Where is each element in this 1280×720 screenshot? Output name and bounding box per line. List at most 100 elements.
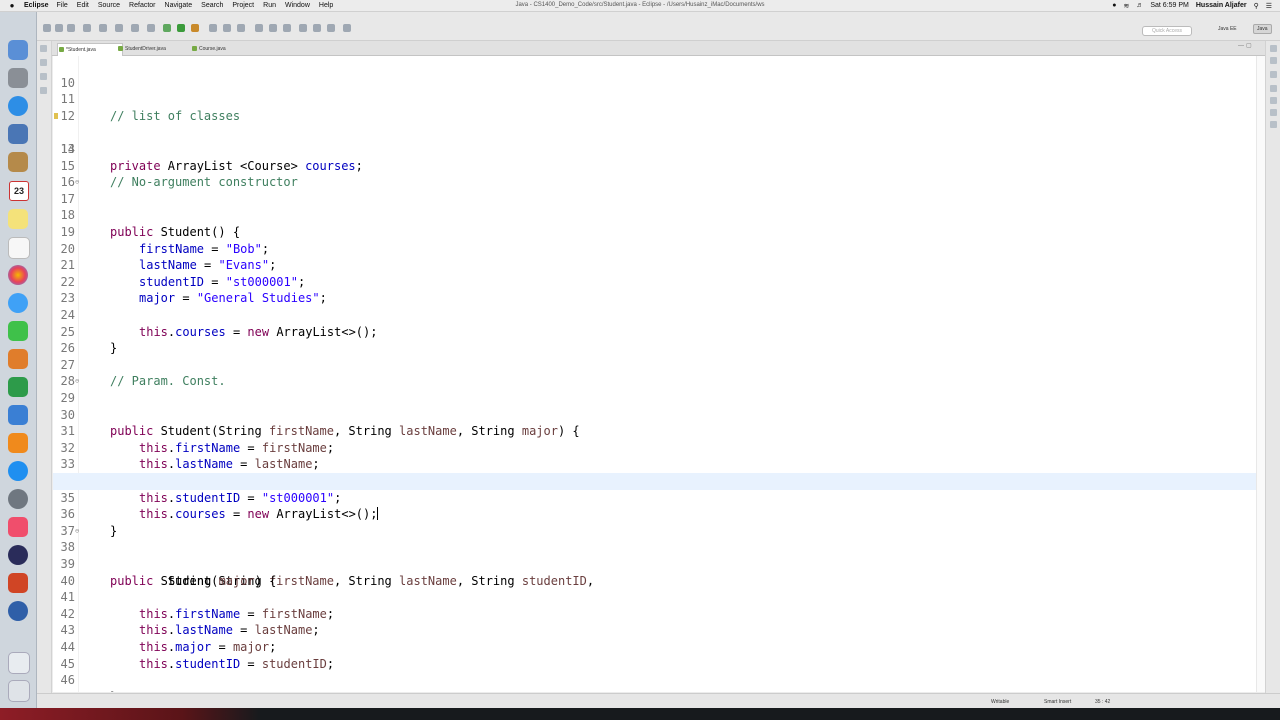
launchpad-icon[interactable]: [8, 68, 28, 88]
menu-refactor[interactable]: Refactor: [129, 2, 155, 9]
forward-icon[interactable]: [313, 24, 321, 32]
restore-icon[interactable]: [40, 45, 47, 52]
type-hierarchy-icon[interactable]: [40, 73, 47, 80]
fold-icon[interactable]: ⊖: [75, 523, 79, 540]
task-list-icon[interactable]: [1270, 57, 1277, 64]
menu-run[interactable]: Run: [263, 2, 276, 9]
editor-tab-bar: *Student.java StudentDriver.java Course.…: [37, 41, 1280, 56]
volume-icon[interactable]: ♬: [1136, 2, 1143, 9]
menu-navigate[interactable]: Navigate: [165, 2, 193, 9]
ibooks-icon[interactable]: [8, 433, 28, 453]
save-icon[interactable]: [55, 24, 63, 32]
eclipse-icon[interactable]: [8, 545, 28, 565]
messages-icon[interactable]: [8, 293, 28, 313]
code-line: 42 this.lastName = lastName;: [53, 589, 1256, 638]
app-menu[interactable]: Eclipse: [24, 2, 49, 9]
code-line: 24 this.courses = new ArrayList<>();: [53, 290, 1256, 339]
pin-editor-icon[interactable]: [327, 24, 335, 32]
perspective-java-ee[interactable]: Java EE: [1218, 26, 1237, 32]
code-line: 17 ⊖ public Student() {: [53, 174, 1256, 239]
perspective-java[interactable]: Java: [1253, 24, 1272, 34]
cursor-position-status[interactable]: 35 : 42: [1095, 699, 1110, 705]
tab-label: *Student.java: [66, 47, 96, 53]
itunes-icon[interactable]: [8, 517, 28, 537]
minimize-maximize-icon[interactable]: —▢: [1238, 42, 1254, 49]
overview-ruler[interactable]: [1256, 56, 1265, 692]
keynote-icon[interactable]: [8, 405, 28, 425]
downloads-folder-icon[interactable]: [8, 652, 30, 674]
finder-icon[interactable]: [8, 40, 28, 60]
facetime-icon[interactable]: [8, 321, 28, 341]
print-icon[interactable]: [83, 24, 91, 32]
tab-student-java[interactable]: *Student.java: [57, 43, 123, 56]
code-editor[interactable]: 10 11 // list of classes 12 13 private A…: [53, 56, 1256, 692]
menu-source[interactable]: Source: [98, 2, 120, 9]
next-annotation-icon[interactable]: [269, 24, 277, 32]
new-class-icon[interactable]: [147, 24, 155, 32]
problems-icon[interactable]: [1270, 85, 1277, 92]
web-browser-icon[interactable]: [8, 601, 28, 621]
new-icon[interactable]: [43, 24, 51, 32]
fold-icon[interactable]: ⊖: [75, 373, 79, 390]
menu-help[interactable]: Help: [319, 2, 333, 9]
open-task-icon[interactable]: [223, 24, 231, 32]
pages-icon[interactable]: [8, 349, 28, 369]
outline-icon[interactable]: [1270, 71, 1277, 78]
code-line: 19 firstName = "Bob";: [53, 207, 1256, 256]
restore-icon[interactable]: [1270, 45, 1277, 52]
spotlight-icon[interactable]: ⚲: [1254, 2, 1259, 10]
menu-edit[interactable]: Edit: [77, 2, 89, 9]
contacts-icon[interactable]: [8, 152, 28, 172]
wifi-icon[interactable]: ≋: [1123, 2, 1129, 10]
warning-marker-icon[interactable]: [54, 112, 58, 119]
powerpoint-icon[interactable]: [8, 573, 28, 593]
open-type-icon[interactable]: [209, 24, 217, 32]
code-line: 14: [53, 124, 1256, 156]
save-all-icon[interactable]: [67, 24, 75, 32]
debug-icon[interactable]: [163, 24, 171, 32]
back-icon[interactable]: [299, 24, 307, 32]
menu-search[interactable]: Search: [201, 2, 223, 9]
declaration-icon[interactable]: [1270, 109, 1277, 116]
external-tools-icon[interactable]: [191, 24, 199, 32]
console-icon[interactable]: [1270, 121, 1277, 128]
trash-icon[interactable]: [8, 680, 30, 702]
code-line: 38 ⊖ public Student(String firstName, St…: [53, 523, 1256, 588]
package-explorer-icon[interactable]: [40, 59, 47, 66]
notes-icon[interactable]: [8, 209, 28, 229]
notification-center-icon[interactable]: ☰: [1266, 2, 1272, 10]
quick-access-input[interactable]: Quick Access: [1142, 26, 1192, 36]
calendar-icon[interactable]: 23: [9, 181, 29, 201]
run-icon[interactable]: [177, 24, 185, 32]
skip-breakpoints-icon[interactable]: [99, 24, 107, 32]
last-edit-icon[interactable]: [343, 24, 351, 32]
navigator-icon[interactable]: [40, 87, 47, 94]
javadoc-icon[interactable]: [1270, 97, 1277, 104]
new-package-icon[interactable]: [131, 24, 139, 32]
menu-window[interactable]: Window: [285, 2, 310, 9]
tab-studentdriver-java[interactable]: StudentDriver.java: [117, 43, 195, 55]
reminders-icon[interactable]: [8, 237, 30, 259]
safari-icon[interactable]: [8, 96, 28, 116]
user-name[interactable]: Hussain Aljafer: [1196, 2, 1247, 9]
insert-mode-status[interactable]: Smart Insert: [1044, 699, 1071, 705]
system-preferences-icon[interactable]: [8, 489, 28, 509]
code-line: 12: [53, 91, 1256, 123]
photos-icon[interactable]: [8, 265, 28, 285]
toggle-mark-occurrences-icon[interactable]: [255, 24, 263, 32]
code-line: 44 this.studentID = studentID;: [53, 622, 1256, 671]
previous-annotation-icon[interactable]: [283, 24, 291, 32]
tab-course-java[interactable]: Course.java: [191, 43, 249, 55]
app-store-icon[interactable]: [8, 461, 28, 481]
clock[interactable]: Sat 6:59 PM: [1150, 2, 1189, 9]
fold-icon[interactable]: ⊖: [75, 174, 79, 191]
menu-file[interactable]: File: [57, 2, 68, 9]
terminate-icon[interactable]: [115, 24, 123, 32]
java-file-icon: [59, 47, 64, 52]
menu-project[interactable]: Project: [232, 2, 254, 9]
numbers-icon[interactable]: [8, 377, 28, 397]
preview-icon[interactable]: [8, 124, 28, 144]
record-icon[interactable]: ●: [1112, 2, 1116, 9]
apple-menu-icon[interactable]: ●: [0, 1, 24, 10]
search-icon[interactable]: [237, 24, 245, 32]
